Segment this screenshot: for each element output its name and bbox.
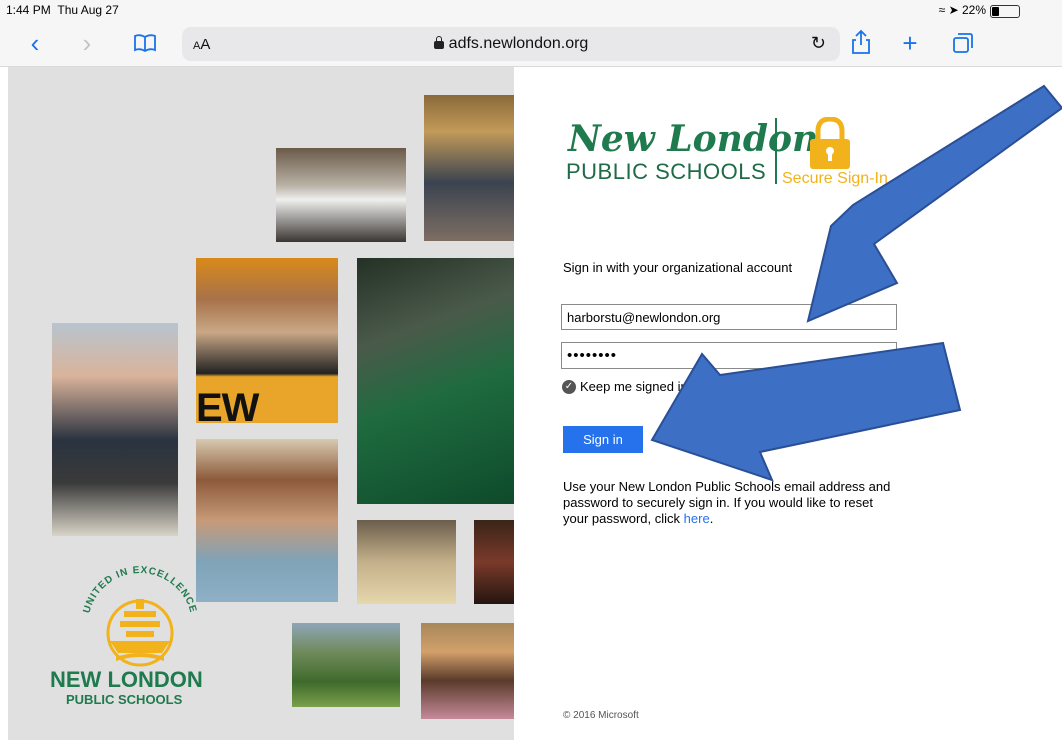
arrow-to-username	[806, 84, 1062, 323]
arrow-to-sign-in	[650, 341, 962, 482]
annotation-arrows	[650, 84, 1062, 482]
